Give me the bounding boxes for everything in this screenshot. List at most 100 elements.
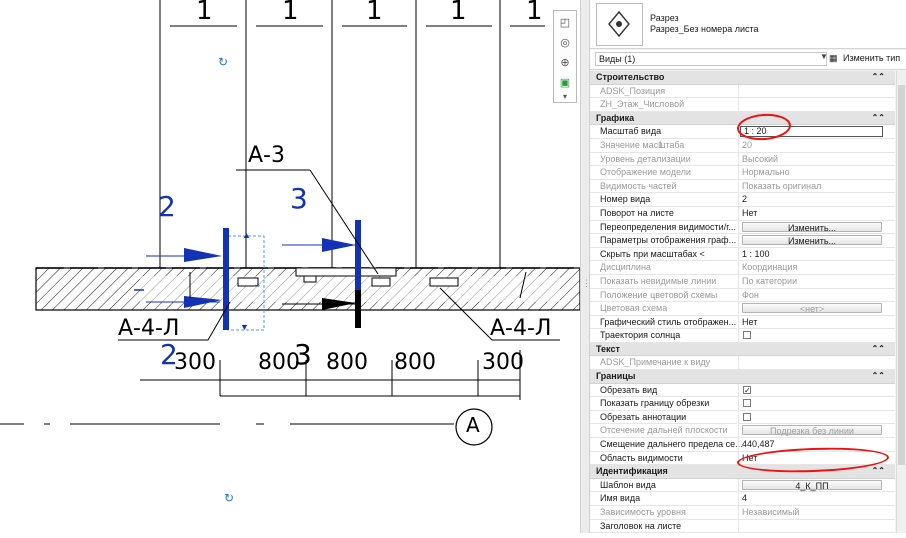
property-row[interactable]: Отсечение дальней плоскости Подрезка без … — [590, 424, 895, 439]
property-row[interactable]: Дисциплина Координация — [590, 261, 895, 275]
group-title: Границы — [596, 371, 636, 382]
grid-bubble-label: A — [466, 413, 480, 437]
properties-scrollbar[interactable] — [896, 71, 906, 533]
property-edit-button[interactable]: Изменить... — [742, 235, 882, 246]
property-label: Графический стиль отображен... — [600, 316, 737, 327]
steering-wheel-icon[interactable]: ◎ — [557, 35, 573, 51]
property-row[interactable]: Показать невидимые линии По категории — [590, 274, 895, 289]
scrollbar-thumb[interactable] — [898, 85, 905, 465]
property-row[interactable]: Положение цветовой схемы Фон — [590, 288, 895, 303]
grid-line-a[interactable] — [0, 408, 493, 446]
type-selector[interactable]: Разрез Разрез_Без номера листа — [590, 0, 906, 49]
property-group-header[interactable]: Текст ⌃⌃ — [590, 342, 895, 357]
collapse-icon[interactable]: ⌃⌃ — [872, 71, 885, 84]
property-row[interactable]: Переопределения видимости/г... Изменить..… — [590, 220, 895, 235]
property-label: Смещение дальнего предела се... — [600, 439, 742, 450]
chevron-down-icon: ▼ — [820, 52, 828, 61]
property-checkbox[interactable]: ✓ — [743, 385, 751, 394]
property-checkbox[interactable] — [743, 331, 751, 340]
collapse-icon[interactable]: ⌃⌃ — [872, 465, 885, 478]
property-row[interactable]: Зависимость уровня Независимый — [590, 506, 895, 520]
section-number[interactable]: 2 — [158, 190, 176, 223]
property-value[interactable]: Нет — [738, 206, 883, 220]
flip-arrow-icon[interactable]: ⇔ — [252, 280, 262, 291]
property-row[interactable]: Графический стиль отображен... Нет — [590, 315, 895, 330]
property-label: Заголовок на листе — [600, 520, 682, 531]
property-value[interactable]: 1 : 100 — [738, 247, 883, 261]
property-label: Область видимости — [600, 452, 683, 463]
property-checkbox[interactable] — [743, 399, 751, 408]
property-label: ADSK_Позиция — [600, 85, 666, 96]
property-row[interactable]: Заголовок на листе — [590, 519, 895, 533]
property-label: Обрезать вид — [600, 384, 658, 395]
panel-splitter[interactable] — [580, 0, 590, 533]
view-cube-icon[interactable]: ◰ — [557, 15, 573, 31]
property-row[interactable]: ZH_Этаж_Числовой — [590, 98, 895, 112]
property-row[interactable]: Уровень детализации Высокий — [590, 152, 895, 167]
property-value: Показать оригинал — [738, 179, 883, 193]
property-row[interactable]: Имя вида 4 — [590, 492, 895, 506]
property-value: По категории — [738, 274, 883, 288]
property-group-header[interactable]: Границы ⌃⌃ — [590, 370, 895, 384]
property-row[interactable]: Обрезать вид ✓ — [590, 383, 895, 398]
section-number[interactable]: 3 — [290, 182, 308, 215]
section-reference[interactable]: А-4-Л — [490, 316, 551, 341]
instance-filter-label: Виды (1) — [599, 54, 636, 64]
zoom-icon[interactable]: ⊕ — [557, 55, 573, 71]
property-label: Переопределения видимости/г... — [600, 221, 736, 232]
group-title: Графика — [596, 112, 635, 123]
property-label: Масштаб вида — [600, 126, 662, 137]
property-row[interactable]: Номер вида 2 — [590, 193, 895, 207]
property-row[interactable]: Видимость частей Показать оригинал — [590, 179, 895, 194]
drawing-canvas[interactable]: ▲ ▼ ↻ ↻ ⇔ 1 1 1 1 1 А-3 2 2 3 А-4-Л А-4-… — [0, 0, 581, 533]
property-value: Координация — [738, 261, 883, 274]
navigation-bar[interactable]: ◰ ◎ ⊕ ▣ ▾ — [553, 10, 577, 103]
property-row[interactable]: ADSK_Примечание к виду — [590, 356, 895, 371]
property-row[interactable]: Отображение модели Нормально — [590, 166, 895, 180]
property-row[interactable]: Цветовая схема <нет> — [590, 302, 895, 316]
property-value: Фон — [738, 288, 883, 302]
property-row[interactable]: Скрыть при масштабах < 1 : 100 — [590, 247, 895, 262]
property-value — [738, 98, 883, 111]
property-label: Имя вида — [600, 493, 641, 504]
property-edit-button[interactable]: 4_К_ПП — [742, 479, 882, 491]
property-label: Дисциплина — [600, 262, 651, 273]
collapse-icon[interactable]: ⌃⌃ — [872, 112, 885, 125]
property-value: Нормально — [738, 166, 883, 179]
property-row[interactable]: Траектория солнца — [590, 329, 895, 343]
property-label: Скрыть при масштабах < — [600, 248, 705, 259]
property-value[interactable]: Нет — [738, 315, 883, 329]
property-row[interactable]: Поворот на листе Нет — [590, 206, 895, 221]
property-group-header[interactable]: Строительство ⌃⌃ — [590, 71, 895, 85]
rotate-icon[interactable]: ↻ — [224, 491, 234, 505]
property-row[interactable]: Шаблон вида 4_К_ПП — [590, 478, 895, 493]
property-row[interactable]: Параметры отображения граф... Изменить... — [590, 234, 895, 248]
section-tag[interactable]: А-3 — [248, 143, 285, 168]
property-checkbox[interactable] — [743, 412, 751, 421]
property-label: Показать невидимые линии — [600, 275, 717, 286]
svg-text:▼: ▼ — [240, 322, 249, 332]
property-row[interactable]: Значение масштаба 1: 20 — [590, 138, 895, 153]
grid-label: 1 — [526, 0, 543, 26]
rotate-icon[interactable]: ↻ — [218, 55, 228, 69]
property-label: ZH_Этаж_Числовой — [600, 99, 685, 110]
section-view[interactable]: ▲ ▼ ↻ ↻ ⇔ — [0, 0, 581, 533]
section-reference[interactable]: А-4-Л — [118, 316, 179, 341]
property-value[interactable] — [738, 519, 883, 533]
property-row[interactable]: ADSK_Позиция — [590, 84, 895, 99]
collapse-icon[interactable]: ⌃⌃ — [872, 343, 885, 356]
instance-filter-dropdown[interactable]: Виды (1) ▼ — [595, 52, 828, 66]
property-label: Параметры отображения граф... — [600, 235, 737, 246]
property-value[interactable]: 4 — [738, 492, 883, 505]
chevron-down-icon[interactable]: ▾ — [557, 89, 573, 105]
type-family: Разрез — [650, 13, 679, 23]
property-value[interactable]: 2 — [738, 193, 883, 206]
property-value: Независимый — [738, 506, 883, 519]
splitter-grip-icon[interactable]: ⋮ — [582, 279, 591, 294]
property-edit-button[interactable]: Изменить... — [742, 221, 882, 233]
property-row[interactable]: Обрезать аннотации — [590, 410, 895, 425]
edit-type-label: Изменить тип — [843, 53, 901, 63]
collapse-icon[interactable]: ⌃⌃ — [872, 370, 885, 383]
edit-type-button[interactable]: ▦ Изменить тип — [829, 52, 901, 66]
property-row[interactable]: Показать границу обрезки — [590, 397, 895, 411]
